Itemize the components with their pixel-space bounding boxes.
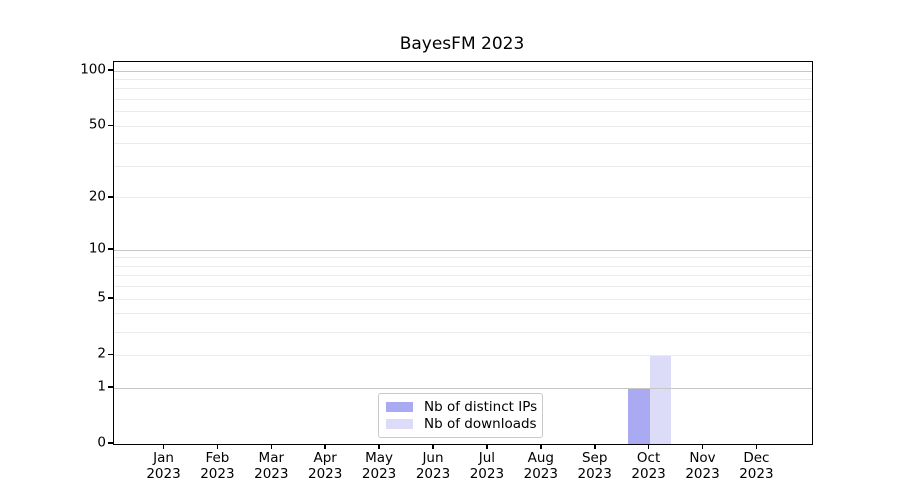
x-tick-mark-jan (162, 444, 165, 449)
gridline-7 (114, 275, 812, 277)
gridline-60 (114, 111, 812, 113)
x-tick-mark-sep (594, 444, 596, 449)
x-tick-label-jul: Jul 2023 (469, 450, 505, 482)
legend-item-downloads: Nb of downloads (386, 416, 537, 432)
legend-swatch-distinct-ips (386, 402, 413, 412)
x-tick-mark-may (378, 444, 380, 449)
gridline-2 (114, 354, 812, 356)
gridline-4 (114, 313, 812, 315)
gridline-8 (114, 265, 812, 267)
legend-swatch-downloads (386, 419, 413, 429)
x-tick-mark-jun (432, 444, 434, 449)
y-tick-mark-0 (108, 442, 113, 444)
x-tick-label-apr: Apr 2023 (308, 450, 343, 482)
bar-oct-series0 (628, 388, 650, 444)
gridline-1 (114, 387, 812, 389)
gridline-40 (114, 143, 812, 145)
gridline-10 (114, 249, 812, 251)
y-tick-mark-2 (108, 353, 113, 355)
x-tick-label-feb: Feb 2023 (200, 450, 235, 482)
x-tick-label-jan: Jan 2023 (146, 450, 181, 482)
x-tick-mark-oct (647, 444, 650, 449)
y-tick-mark-10 (108, 248, 113, 250)
bar-oct-series1 (649, 355, 672, 444)
y-tick-label-10: 10 (88, 240, 106, 257)
x-tick-mark-mar (270, 444, 273, 449)
y-tick-label-2: 2 (97, 345, 106, 362)
chart-title: BayesFM 2023 (399, 34, 525, 54)
y-tick-label-20: 20 (88, 188, 106, 205)
x-tick-label-oct: Oct 2023 (631, 450, 666, 482)
gridline-90 (114, 78, 812, 80)
y-tick-mark-100 (108, 69, 113, 71)
gridline-80 (114, 88, 812, 90)
legend-item-distinct-ips: Nb of distinct IPs (386, 399, 538, 415)
y-tick-mark-20 (108, 196, 113, 198)
y-tick-label-0: 0 (97, 434, 106, 451)
y-tick-label-5: 5 (97, 289, 106, 306)
x-tick-mark-apr (324, 444, 326, 449)
y-tick-label-1: 1 (97, 378, 106, 395)
y-tick-mark-5 (108, 297, 113, 299)
gridline-70 (114, 99, 812, 100)
x-tick-label-may: May 2023 (361, 450, 397, 482)
gridline-9 (114, 257, 812, 259)
gridline-50 (114, 125, 812, 127)
x-tick-label-jun: Jun 2023 (415, 450, 451, 482)
x-tick-mark-jul (486, 444, 488, 449)
gridline-100 (114, 70, 812, 72)
gridline-5 (114, 298, 812, 300)
x-tick-label-mar: Mar 2023 (254, 450, 289, 482)
legend-label-downloads: Nb of downloads (424, 416, 537, 432)
y-tick-mark-50 (108, 124, 113, 126)
legend-label-distinct-ips: Nb of distinct IPs (424, 399, 538, 415)
gridline-6 (114, 286, 812, 288)
y-tick-label-50: 50 (88, 116, 106, 133)
x-tick-mark-dec (755, 444, 758, 449)
y-tick-label-100: 100 (80, 61, 106, 78)
chart-figure: BayesFM 2023 Nb of distinct IPs Nb of do… (0, 0, 900, 500)
x-tick-label-nov: Nov 2023 (685, 450, 720, 482)
x-tick-label-sep: Sep 2023 (577, 450, 612, 482)
gridline-20 (114, 197, 812, 199)
x-tick-mark-nov (701, 444, 704, 449)
x-tick-label-dec: Dec 2023 (739, 450, 774, 482)
plot-area (113, 61, 813, 445)
x-tick-mark-aug (540, 444, 542, 449)
x-tick-mark-feb (216, 444, 219, 449)
gridline-30 (114, 166, 812, 167)
y-tick-mark-1 (108, 386, 113, 388)
x-tick-label-aug: Aug 2023 (523, 450, 558, 482)
gridline-3 (114, 331, 812, 333)
legend: Nb of distinct IPs Nb of downloads (378, 393, 543, 438)
